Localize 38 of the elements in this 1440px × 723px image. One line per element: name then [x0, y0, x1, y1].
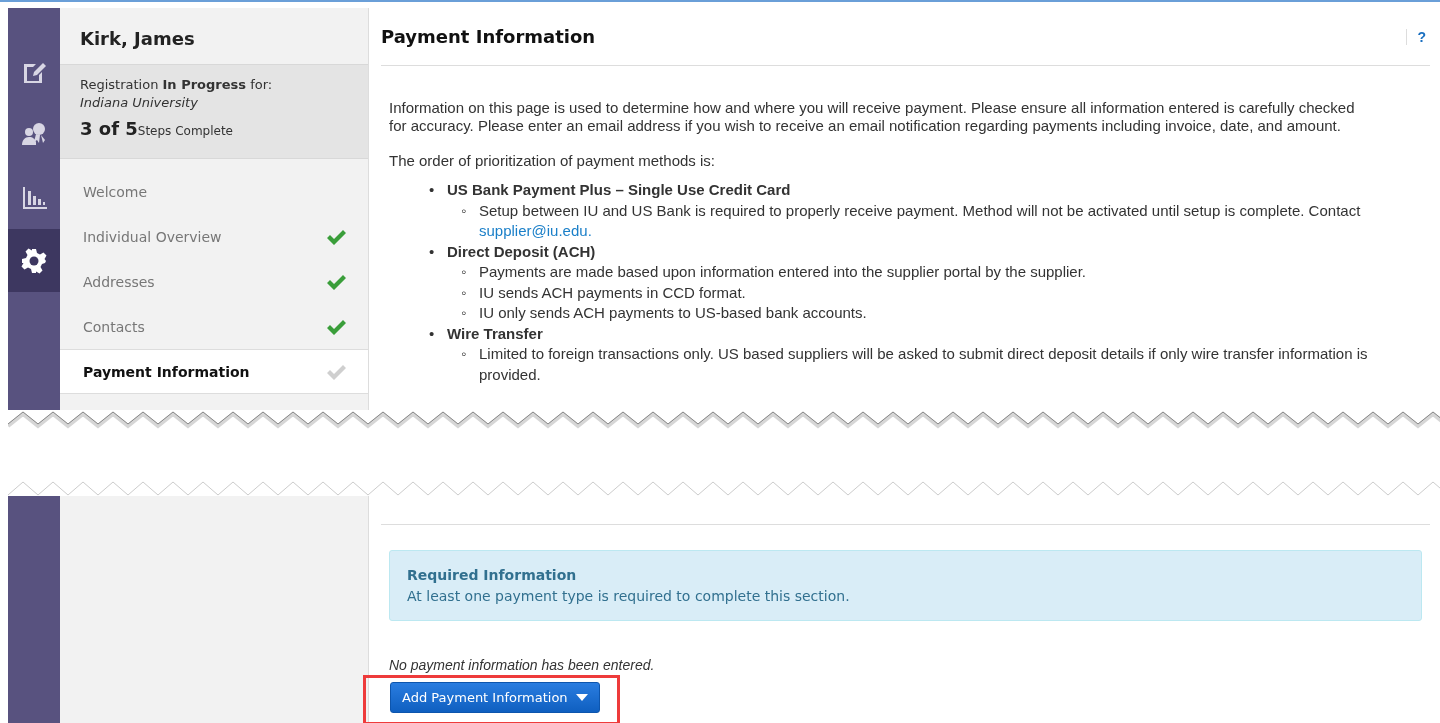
email-link[interactable]: supplier@iu.edu. — [479, 222, 592, 239]
alert-title: Required Information — [407, 566, 578, 585]
bullet-marker: ◦ — [461, 262, 468, 282]
steps-label: Steps Complete — [137, 124, 233, 138]
step-item[interactable]: Addresses — [60, 259, 368, 304]
bullet-marker: ◦ — [461, 303, 468, 323]
method-note: IU sends ACH payments in CCD format. — [479, 282, 746, 303]
caret-icon — [575, 694, 588, 701]
nav-tab[interactable] — [8, 229, 60, 292]
order-heading: The order of prioritization of payment methods is: — [389, 152, 716, 170]
method-note: Payments are made based upon information entered into the supplier portal by the supplier. — [479, 262, 1087, 282]
bullet-marker: ◦ — [461, 282, 468, 303]
bullet-marker: • — [429, 241, 436, 262]
method-note: IU only sends ACH payments to US-based bank accounts. — [479, 303, 867, 323]
bullet-marker: ◦ — [461, 200, 468, 221]
step-item[interactable]: Individual Overview — [60, 214, 368, 259]
help-link[interactable]: ? — [1406, 28, 1426, 45]
method-note: Setup between IU and US Bank is required to properly receive payment. Method will not be activated until setup is complete. Contact supplier@iu.edu. — [479, 200, 1362, 241]
organization-name: Indiana University — [80, 95, 199, 110]
alert-message: At least one payment type is required to complete this section. — [407, 587, 851, 606]
bullet-marker: ◦ — [461, 344, 468, 364]
empty-message: No payment information has been entered. — [389, 657, 656, 673]
method-note: Limited to foreign transactions only. US based suppliers will be asked to submit direct deposit details if only wire transfer information is provided. — [479, 344, 1369, 385]
step-item[interactable]: Welcome — [60, 169, 368, 214]
method-name: Wire Transfer — [447, 323, 543, 344]
step-item[interactable]: Payment Information — [60, 349, 368, 394]
bar-chart-icon — [21, 184, 47, 211]
bullet-marker: • — [429, 180, 436, 200]
add-payment-button[interactable]: Add Payment Information — [390, 682, 600, 713]
method-name: US Bank Payment Plus – Single Use Credit Card — [447, 180, 791, 200]
steps-count: 3 of 5 — [80, 118, 138, 139]
page-title: Payment Information — [381, 26, 596, 47]
step-item[interactable]: Contacts — [60, 304, 368, 349]
method-name: Direct Deposit (ACH) — [447, 241, 596, 262]
registration-status-text: Registration In Progress for: — [80, 77, 274, 92]
bullet-marker: • — [429, 323, 436, 344]
settings-icon — [21, 247, 47, 274]
intro-paragraph: Information on this page is used to determine how and where you will receive payment. Please ensure all information entered is carefully checked for accuracy. Please enter an email address if you wish to receive an email notification regarding payments including invoice, date, and amount. — [389, 99, 1356, 135]
